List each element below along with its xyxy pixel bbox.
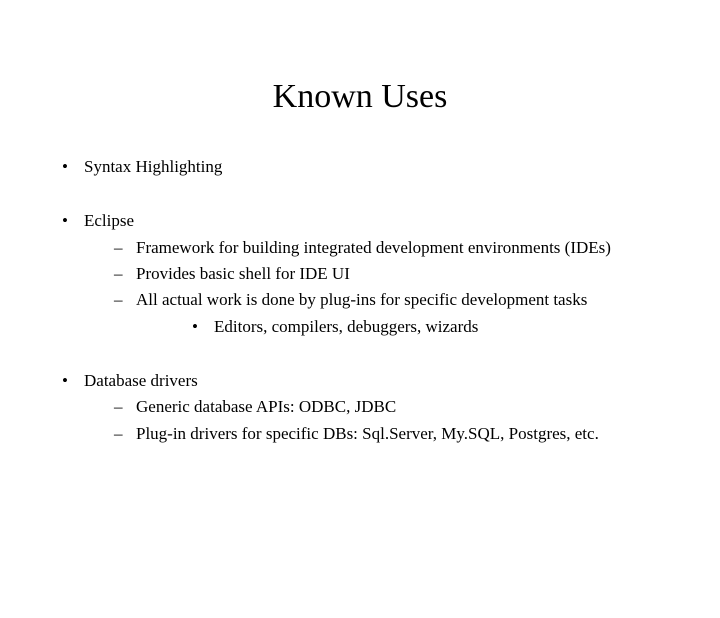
sub-bullet-text: All actual work is done by plug-ins for … [136, 290, 587, 309]
slide: Known Uses Syntax Highlighting Eclipse F… [0, 78, 720, 618]
subsub-bullet: Editors, compilers, debuggers, wizards [188, 314, 690, 340]
sub-bullet-text: Framework for building integrated develo… [136, 238, 611, 257]
bullet-group-2: Eclipse Framework for building integrate… [58, 208, 690, 340]
bullet-text: Eclipse [84, 211, 134, 230]
group-spacer [58, 340, 690, 368]
sub-bullet: All actual work is done by plug-ins for … [110, 287, 690, 340]
subsub-bullet-text: Editors, compilers, debuggers, wizards [214, 317, 478, 336]
group-spacer [58, 180, 690, 208]
sub-bullet: Framework for building integrated develo… [110, 235, 690, 261]
bullet-text: Syntax Highlighting [84, 157, 222, 176]
sub-bullet: Generic database APIs: ODBC, JDBC [110, 394, 690, 420]
sub-bullet-text: Plug-in drivers for specific DBs: Sql.Se… [136, 424, 599, 443]
bullet-group-3: Database drivers Generic database APIs: … [58, 368, 690, 447]
sub-bullet-text: Generic database APIs: ODBC, JDBC [136, 397, 396, 416]
slide-title: Known Uses [0, 78, 720, 116]
bullet-group-1: Syntax Highlighting [58, 154, 690, 180]
bullet-text: Database drivers [84, 371, 198, 390]
slide-content: Syntax Highlighting Eclipse Framework fo… [0, 154, 720, 447]
sub-bullet: Plug-in drivers for specific DBs: Sql.Se… [110, 421, 690, 447]
sub-bullet-text: Provides basic shell for IDE UI [136, 264, 350, 283]
sub-bullet: Provides basic shell for IDE UI [110, 261, 690, 287]
